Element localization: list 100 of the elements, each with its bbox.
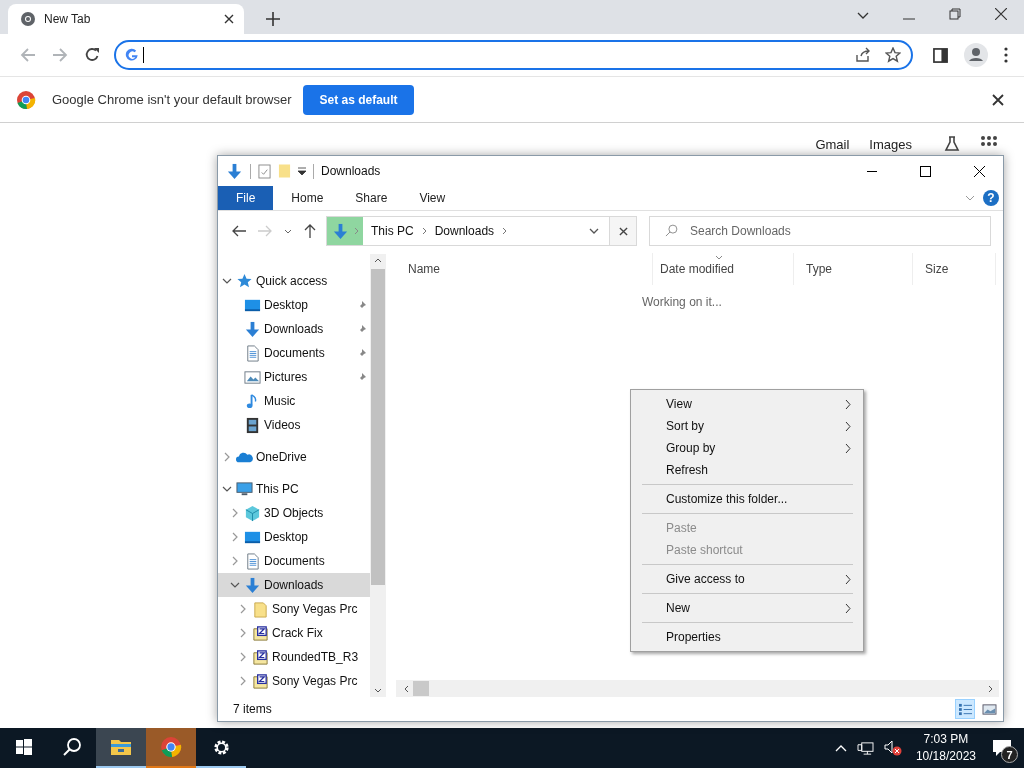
close-tab-icon[interactable]	[224, 14, 234, 24]
column-header[interactable]: Size	[913, 253, 996, 285]
tab-search-icon[interactable]	[857, 12, 869, 20]
menu-item[interactable]: New	[633, 597, 861, 619]
column-header[interactable]: Name	[396, 253, 652, 285]
tree-item[interactable]: Downloads	[218, 573, 370, 597]
collapsed-chevron-icon[interactable]	[240, 628, 246, 638]
scroll-left-icon[interactable]	[404, 684, 409, 693]
tree-item[interactable]: Downloads	[218, 317, 370, 341]
dropdown-icon[interactable]	[298, 167, 306, 175]
expand-ribbon-icon[interactable]	[965, 195, 975, 201]
vertical-scrollbar[interactable]	[370, 254, 386, 697]
dropdown-icon[interactable]	[589, 228, 599, 234]
scrollbar-thumb[interactable]	[413, 681, 429, 696]
tree-item[interactable]: Videos	[218, 413, 370, 437]
expanded-chevron-icon[interactable]	[222, 486, 232, 492]
expanded-chevron-icon[interactable]	[222, 278, 232, 284]
ribbon-tab[interactable]: Home	[275, 186, 340, 210]
close-icon[interactable]	[974, 165, 985, 177]
collapsed-chevron-icon[interactable]	[232, 508, 238, 518]
taskbar-button[interactable]	[96, 728, 146, 768]
header-link[interactable]: Gmail	[815, 136, 850, 152]
share-icon[interactable]	[855, 47, 871, 63]
tree-item[interactable]: 3D Objects	[218, 501, 370, 525]
breadcrumb-item[interactable]: This PC	[371, 224, 414, 238]
tree-item[interactable]: OneDrive	[218, 445, 370, 469]
ribbon-tab[interactable]: View	[403, 186, 462, 210]
maximize-icon[interactable]	[920, 165, 931, 177]
menu-item[interactable]: Group by	[633, 437, 861, 459]
chevron-icon[interactable]	[502, 227, 508, 235]
tree-item[interactable]: Documents	[218, 549, 370, 573]
tree-item[interactable]: Pictures	[218, 365, 370, 389]
clear-button[interactable]	[609, 216, 637, 246]
menu-item[interactable]: Refresh	[633, 459, 861, 481]
tree-item-label: Desktop	[264, 530, 309, 544]
help-button[interactable]: ?	[983, 190, 999, 206]
scroll-right-icon[interactable]	[988, 684, 993, 693]
side-panel-icon[interactable]	[933, 47, 948, 63]
breadcrumb-item[interactable]: Downloads	[434, 224, 495, 238]
tree-item[interactable]: Documents	[218, 341, 370, 365]
chevron-icon[interactable]	[421, 227, 427, 235]
download-arrow-icon[interactable]	[226, 162, 243, 180]
tree-item[interactable]: Desktop	[218, 525, 370, 549]
tree-item-label: 3D Objects	[264, 506, 324, 520]
column-header[interactable]: Date modified	[652, 253, 794, 285]
tree-item[interactable]: Crack Fix	[218, 621, 370, 645]
tree-item[interactable]: Music	[218, 389, 370, 413]
menu-icon[interactable]	[1004, 47, 1008, 63]
menu-item[interactable]: Give access to	[633, 568, 861, 590]
set-as-default-button[interactable]: Set as default	[303, 84, 414, 115]
collapsed-chevron-icon[interactable]	[240, 604, 246, 614]
tree-item[interactable]: This PC	[218, 477, 370, 501]
address-bar-field[interactable]: This PC Downloads	[326, 216, 610, 246]
tree-item[interactable]: Quick access	[218, 269, 370, 293]
close-icon[interactable]	[992, 93, 1004, 106]
scrollbar-thumb[interactable]	[371, 269, 385, 585]
tree-item[interactable]: RoundedTB_R3	[218, 645, 370, 669]
close-icon[interactable]	[995, 8, 1007, 20]
chrome-logo-icon	[20, 11, 36, 27]
show-hidden-icons-icon[interactable]	[834, 744, 847, 752]
restore-icon[interactable]	[949, 8, 961, 20]
new-tab-icon[interactable]	[266, 12, 280, 26]
tree-item-label: Downloads	[264, 578, 324, 592]
back-arrow-icon[interactable]	[232, 225, 246, 237]
browser-tab[interactable]: New Tab	[8, 4, 244, 34]
up-arrow-icon[interactable]	[304, 224, 316, 238]
tree-item-label: Pictures	[264, 370, 308, 384]
collapsed-chevron-icon[interactable]	[224, 452, 230, 462]
collapsed-chevron-icon[interactable]	[232, 556, 238, 566]
tree-item-label: Quick access	[256, 274, 328, 288]
tree-item-label: Videos	[264, 418, 301, 432]
menu-item[interactable]: View	[633, 393, 861, 415]
header-link[interactable]: Images	[869, 136, 912, 152]
scroll-down-icon[interactable]	[374, 688, 382, 693]
address-bar-field[interactable]	[114, 40, 913, 70]
network-icon[interactable]	[856, 740, 874, 756]
flask-icon[interactable]	[944, 136, 960, 152]
collapsed-chevron-icon[interactable]	[232, 532, 238, 542]
minimize-icon[interactable]	[867, 170, 877, 172]
menu-item[interactable]: Properties	[633, 626, 861, 648]
ribbon-tab[interactable]: Share	[339, 186, 404, 210]
clock[interactable]: 7:03 PM 10/18/2023	[911, 728, 986, 768]
reload-icon[interactable]	[84, 47, 100, 63]
tree-item[interactable]: Sony Vegas Prc	[218, 597, 370, 621]
tree-item[interactable]: Sony Vegas Prc	[218, 669, 370, 693]
scroll-up-icon[interactable]	[374, 258, 382, 263]
menu-item[interactable]: Sort by	[633, 415, 861, 437]
profile-avatar[interactable]	[964, 43, 988, 67]
muted-speaker-icon[interactable]	[883, 740, 902, 756]
expanded-chevron-icon[interactable]	[230, 582, 240, 588]
horizontal-scrollbar[interactable]	[396, 680, 999, 697]
tree-item[interactable]: Desktop	[218, 293, 370, 317]
column-header[interactable]: Type	[794, 253, 913, 285]
details-view-button[interactable]	[955, 699, 975, 719]
recent-locations-icon[interactable]	[284, 228, 292, 234]
collapsed-chevron-icon[interactable]	[240, 676, 246, 686]
collapsed-chevron-icon[interactable]	[240, 652, 246, 662]
bookmark-star-icon[interactable]	[885, 47, 901, 63]
search-field[interactable]: Search Downloads	[649, 216, 991, 246]
menu-item[interactable]: Customize this folder...	[633, 488, 861, 510]
